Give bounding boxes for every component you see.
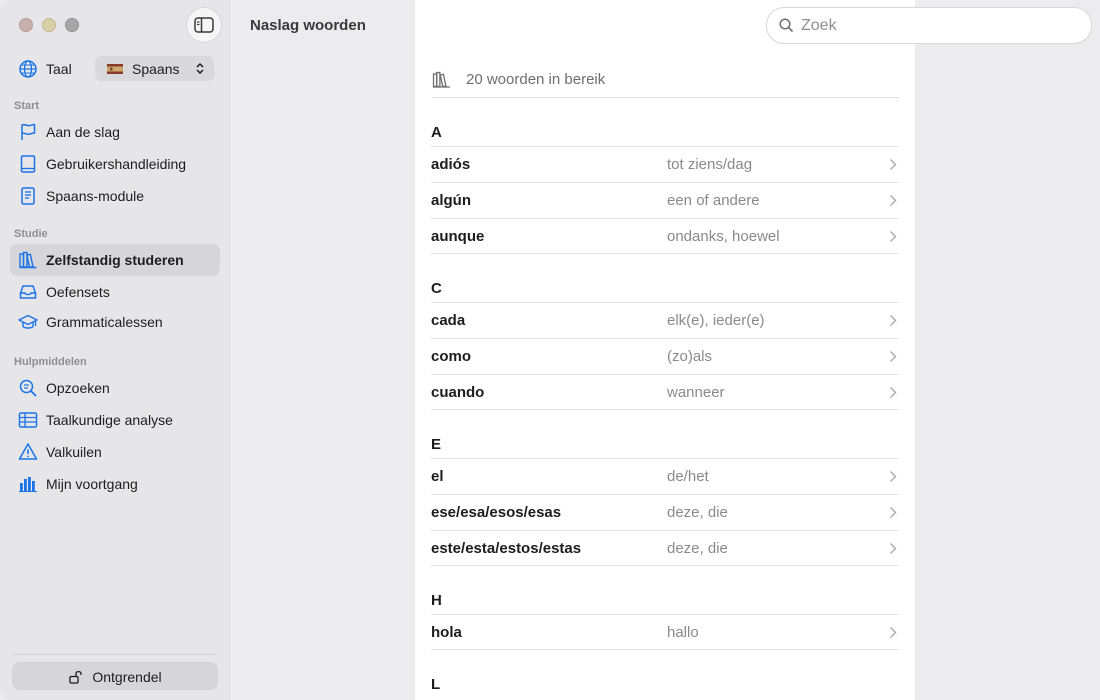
chevron-right-icon (889, 350, 897, 363)
word-count: 20 woorden in bereik (466, 71, 606, 88)
sidebar-item-opzoeken[interactable]: Opzoeken (10, 372, 220, 404)
minimize-window-button[interactable] (42, 18, 56, 32)
document-icon (21, 187, 35, 205)
word-row[interactable]: hola hallo (431, 614, 899, 650)
word-translation: elk(e), ieder(e) (667, 312, 765, 329)
word-term: adiós (431, 156, 471, 173)
tray-icon (19, 285, 37, 299)
chevron-right-icon (889, 230, 897, 243)
language-label: Taal (46, 61, 72, 77)
search-field[interactable] (766, 7, 1092, 44)
letter-header-h: H (431, 592, 442, 609)
unlock-icon (69, 670, 83, 684)
magnifier-text-icon (19, 379, 37, 397)
word-term: cuando (431, 383, 485, 401)
word-translation: deze, die (667, 504, 728, 521)
word-row[interactable]: adiós tot ziens/dag (431, 146, 899, 182)
warning-icon (18, 443, 38, 460)
chevron-right-icon (889, 386, 897, 399)
sidebar-item-zelfstandig-studeren[interactable]: Zelfstandig studeren (10, 244, 220, 276)
word-term: aunque (431, 227, 485, 245)
sidebar-item-aan-de-slag[interactable]: Aan de slag (10, 116, 220, 148)
word-translation: wanneer (667, 383, 725, 401)
word-term: el (431, 468, 444, 485)
sidebar-item-gebruikershandleiding[interactable]: Gebruikershandleiding (10, 148, 220, 180)
chevron-right-icon (889, 506, 897, 519)
word-row[interactable]: cada elk(e), ieder(e) (431, 302, 899, 338)
word-row[interactable]: el de/het (431, 458, 899, 494)
word-row[interactable]: este/esta/estos/estas deze, die (431, 530, 899, 566)
globe-icon (19, 60, 37, 78)
chevron-right-icon (889, 542, 897, 555)
word-translation: de/het (667, 468, 709, 485)
word-count-row: 20 woorden in bereik (432, 70, 899, 98)
bar-chart-icon (19, 477, 37, 492)
word-translation: tot ziens/dag (667, 156, 753, 173)
word-term: ese/esa/esos/esas (431, 504, 562, 521)
letter-header-c: C (431, 280, 442, 297)
word-term: como (431, 348, 472, 365)
sidebar-item-oefensets[interactable]: Oefensets (10, 276, 220, 308)
chevron-right-icon (889, 194, 897, 207)
sidebar-item-mijn-voortgang[interactable]: Mijn voortgang (10, 468, 220, 500)
search-icon (779, 18, 794, 33)
language-value: Spaans (132, 60, 180, 77)
app-window: Taal Spaans Start Aan de slag Gebruikers… (0, 0, 1100, 700)
window-controls (19, 18, 79, 32)
sidebar-divider (12, 654, 218, 655)
section-title-hulpmiddelen: Hulpmiddelen (14, 356, 87, 368)
section-title-start: Start (14, 100, 40, 112)
language-row: Taal Spaans (18, 56, 218, 82)
sidebar-item-grammaticalessen[interactable]: Grammaticalessen (10, 306, 220, 338)
word-term: hola (431, 623, 462, 641)
word-term: cada (431, 312, 466, 329)
letter-header-e: E (431, 436, 442, 453)
page-title: Naslag woorden (250, 17, 366, 34)
books-icon (19, 251, 37, 269)
chevron-right-icon (889, 626, 897, 639)
word-row[interactable]: algún een of andere (431, 182, 899, 218)
word-row[interactable]: ese/esa/esos/esas deze, die (431, 494, 899, 530)
unlock-button[interactable]: Ontgrendel (12, 662, 218, 690)
word-translation: ondanks, hoewel (667, 227, 780, 245)
word-term: algún (431, 192, 471, 209)
chevron-up-down-icon (196, 62, 204, 75)
word-translation: een of andere (667, 192, 760, 209)
word-row[interactable]: cuando wanneer (431, 374, 899, 410)
search-input[interactable] (801, 16, 1071, 35)
sidebar-icon (194, 17, 214, 33)
chevron-right-icon (889, 470, 897, 483)
word-term: este/esta/estos/estas (431, 539, 582, 557)
word-translation: deze, die (667, 539, 728, 557)
zoom-window-button[interactable] (65, 18, 79, 32)
book-icon (20, 155, 36, 173)
word-translation: hallo (667, 623, 699, 641)
sidebar-toggle-button[interactable] (186, 7, 222, 43)
language-select[interactable]: Spaans (95, 56, 214, 81)
sidebar-item-spaans-module[interactable]: Spaans-module (10, 180, 220, 212)
section-title-studie: Studie (14, 228, 48, 240)
letter-header-a: A (431, 124, 442, 141)
sidebar-item-valkuilen[interactable]: Valkuilen (10, 436, 220, 468)
word-row[interactable]: como (zo)als (431, 338, 899, 374)
sidebar: Taal Spaans Start Aan de slag Gebruikers… (0, 0, 230, 700)
word-row[interactable]: aunque ondanks, hoewel (431, 218, 899, 254)
word-translation: (zo)als (667, 348, 713, 365)
close-window-button[interactable] (19, 18, 33, 32)
spain-flag-icon (107, 63, 123, 74)
chevron-right-icon (889, 158, 897, 171)
flag-icon (21, 123, 36, 140)
graduation-cap-icon (18, 314, 38, 329)
letter-header-l: L (431, 676, 441, 693)
books-icon (432, 71, 450, 88)
sidebar-item-taalkundige-analyse[interactable]: Taalkundige analyse (10, 404, 220, 436)
table-icon (18, 412, 38, 428)
chevron-right-icon (889, 314, 897, 327)
